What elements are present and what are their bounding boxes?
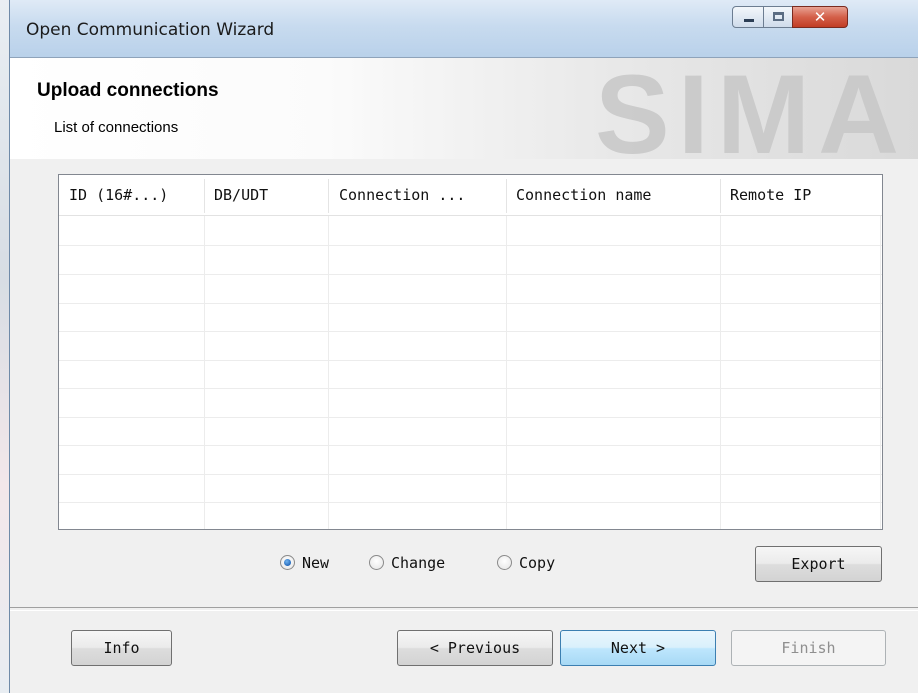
grid-line — [506, 216, 507, 529]
maximize-icon — [773, 12, 784, 21]
page-title: Upload connections — [37, 80, 219, 101]
page-subtitle: List of connections — [54, 119, 179, 136]
radio-unselected-icon[interactable] — [497, 555, 512, 570]
title-bar[interactable]: Open Communication Wizard ✕ — [10, 0, 918, 57]
maximize-button[interactable] — [763, 6, 793, 28]
column-header-db-udt[interactable]: DB/UDT — [204, 175, 328, 215]
footer-divider — [10, 607, 918, 611]
grid-line — [59, 388, 882, 389]
grid-line — [328, 216, 329, 529]
wizard-window: Open Communication Wizard ✕ SIMA Upload … — [9, 0, 918, 693]
wizard-body: SIMA Upload connections List of connecti… — [10, 57, 918, 693]
finish-button: Finish — [731, 630, 886, 666]
grid-line — [59, 360, 882, 361]
previous-button[interactable]: < Previous — [397, 630, 553, 666]
info-button[interactable]: Info — [71, 630, 172, 666]
column-header-connection-name[interactable]: Connection name — [506, 175, 720, 215]
grid-line — [720, 216, 721, 529]
radio-copy-label[interactable]: Copy — [519, 552, 555, 574]
grid-line — [59, 474, 882, 475]
grid-line — [59, 303, 882, 304]
column-header-id[interactable]: ID (16#...) — [59, 175, 204, 215]
header-divider — [59, 215, 882, 216]
close-button[interactable]: ✕ — [792, 6, 848, 28]
grid-line — [59, 502, 882, 503]
radio-selected-icon[interactable] — [280, 555, 295, 570]
minimize-button[interactable] — [732, 6, 764, 28]
connections-table[interactable]: ID (16#...) DB/UDT Connection ... Connec… — [58, 174, 883, 530]
brand-watermark: SIMA — [595, 58, 907, 159]
close-icon: ✕ — [813, 8, 827, 26]
radio-unselected-icon[interactable] — [369, 555, 384, 570]
export-button[interactable]: Export — [755, 546, 882, 582]
grid-line — [59, 274, 882, 275]
window-title: Open Communication Wizard — [26, 20, 275, 40]
grid-line — [59, 245, 882, 246]
column-header-remote-ip[interactable]: Remote IP — [720, 175, 882, 215]
column-header-connection-type[interactable]: Connection ... — [328, 175, 506, 215]
wizard-header: SIMA Upload connections List of connecti… — [10, 58, 918, 159]
grid-line — [880, 216, 881, 529]
next-button[interactable]: Next > — [560, 630, 716, 666]
grid-line — [59, 445, 882, 446]
grid-line — [59, 331, 882, 332]
radio-change-label[interactable]: Change — [391, 552, 445, 574]
grid-line — [204, 216, 205, 529]
grid-line — [59, 417, 882, 418]
radio-new-label[interactable]: New — [302, 552, 329, 574]
minimize-icon — [744, 19, 754, 22]
